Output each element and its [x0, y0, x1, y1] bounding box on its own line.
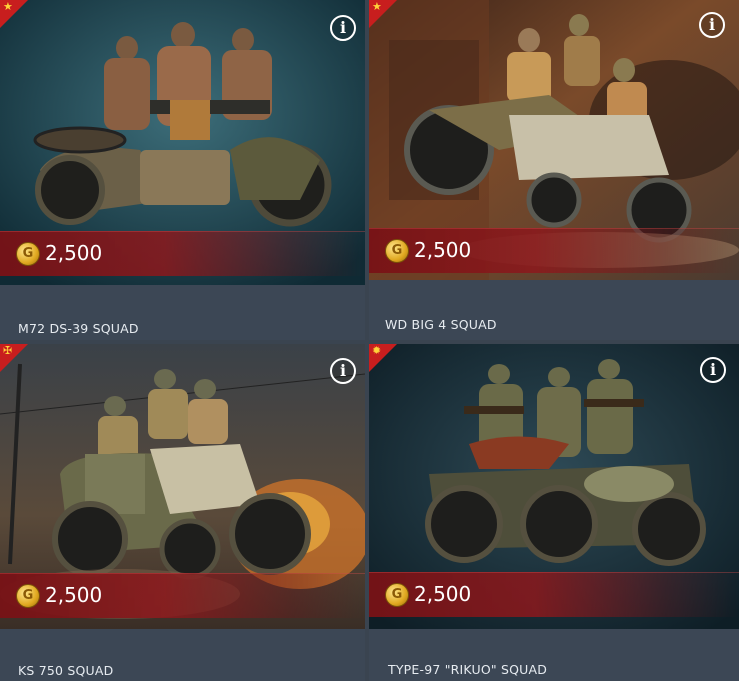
- price-band: G 2,500: [369, 572, 739, 617]
- squad-name: M72 DS-39 SQUAD: [18, 321, 139, 336]
- price-value: 2,500: [414, 238, 472, 262]
- squad-name: TYPE-97 "RIKUO" SQUAD: [388, 662, 548, 677]
- squad-artwork: [0, 344, 365, 681]
- info-icon[interactable]: i: [700, 357, 726, 383]
- japan-flag-icon: ✹: [369, 344, 397, 372]
- info-icon[interactable]: i: [330, 15, 356, 41]
- squad-card-type97[interactable]: ✹ i G 2,500 TYPE-97 "RIKUO" SQUAD: [369, 344, 739, 681]
- squad-card-wd-big4[interactable]: ★ i G 2,500 WD BIG 4 SQUAD: [369, 0, 739, 340]
- squad-card-ks750[interactable]: ✠ i G 2,500 KS 750 SQUAD: [0, 344, 365, 681]
- squad-artwork: [369, 0, 739, 340]
- price-band: G 2,500: [369, 228, 739, 273]
- price-value: 2,500: [414, 582, 472, 606]
- squad-name: KS 750 SQUAD: [18, 663, 114, 678]
- price-band: G 2,500: [0, 231, 365, 276]
- gold-coin-icon: G: [385, 583, 409, 607]
- gold-coin-icon: G: [16, 584, 40, 608]
- price-value: 2,500: [45, 583, 103, 607]
- germany-flag-icon: ✠: [0, 344, 28, 372]
- ussr-flag-icon: ★: [369, 0, 397, 28]
- price-value: 2,500: [45, 241, 103, 265]
- gold-coin-icon: G: [385, 239, 409, 263]
- squad-name: WD BIG 4 SQUAD: [385, 317, 497, 332]
- squad-artwork: [0, 0, 365, 340]
- price-band: G 2,500: [0, 573, 365, 618]
- info-icon[interactable]: i: [330, 358, 356, 384]
- squad-card-m72[interactable]: ★ i G 2,500 M72 DS-39 SQUAD: [0, 0, 365, 340]
- info-icon[interactable]: i: [699, 12, 725, 38]
- gold-coin-icon: G: [16, 242, 40, 266]
- squad-artwork: [369, 344, 739, 681]
- ussr-flag-icon: ★: [0, 0, 28, 28]
